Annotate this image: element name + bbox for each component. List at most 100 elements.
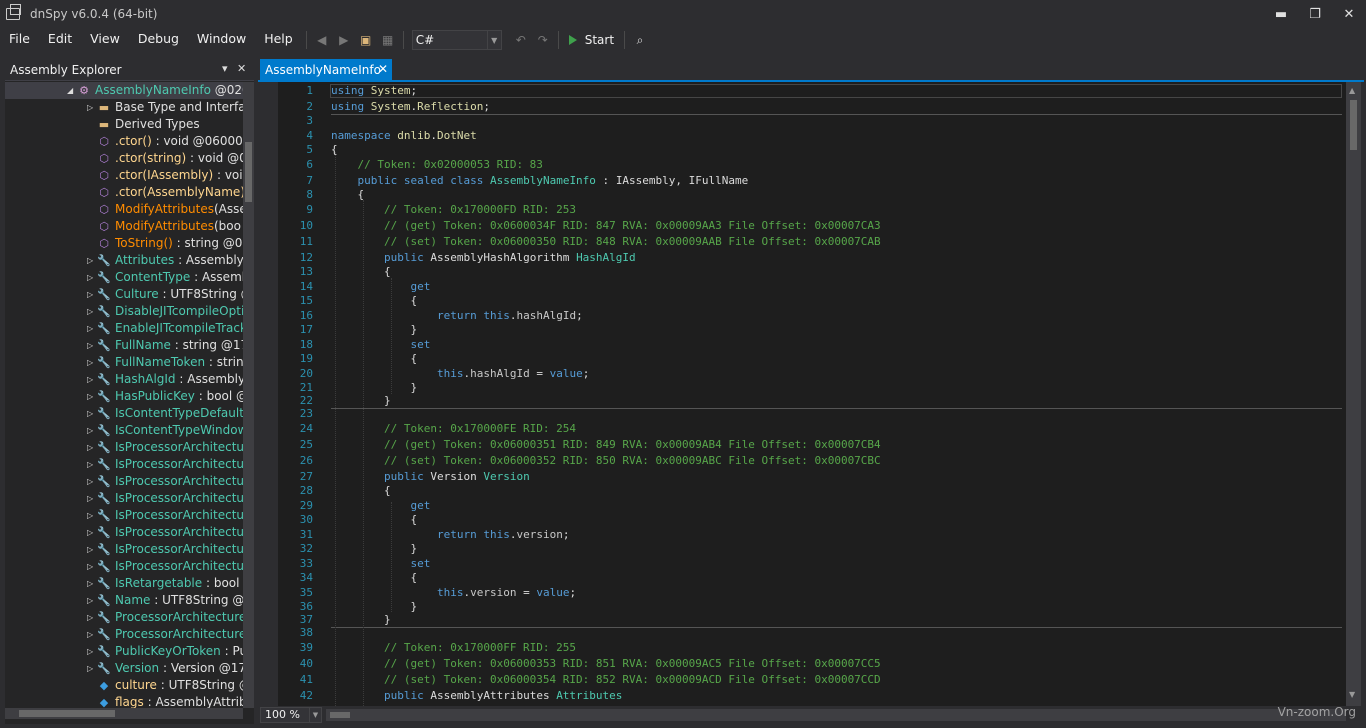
tree-item[interactable]: ⬡ .ctor(string) : void @0 (5, 150, 243, 167)
panel-menu-icon[interactable]: ▾ (222, 62, 228, 75)
expand-icon[interactable]: ▷ (87, 660, 95, 677)
close-window-button[interactable]: ✕ (1332, 0, 1366, 28)
expand-icon[interactable]: ▷ (87, 337, 95, 354)
expand-icon[interactable]: ▷ (87, 405, 95, 422)
expand-icon[interactable]: ▷ (87, 456, 95, 473)
tree-item[interactable]: ▷ 🔧 FullName : string @17 (5, 337, 243, 354)
tree-item[interactable]: ▷ 🔧 Attributes : Assembly (5, 252, 243, 269)
tree-item[interactable]: ⬡ .ctor(IAssembly) : voic (5, 167, 243, 184)
expand-icon[interactable]: ▷ (87, 524, 95, 541)
scrollbar-thumb[interactable] (330, 712, 350, 718)
tree-item[interactable]: ▷ 🔧 FullNameToken : strin (5, 354, 243, 371)
tree-item[interactable]: ◆ culture : UTF8String @ (5, 677, 243, 694)
tree-item[interactable]: ▷ 🔧 IsContentTypeWindow (5, 422, 243, 439)
expand-icon[interactable]: ▷ (87, 286, 95, 303)
tree-item[interactable]: ▷🔧 Culture : UTF8String @ (5, 286, 243, 303)
expand-icon[interactable]: ▷ (87, 320, 95, 337)
scrollbar-thumb[interactable] (1350, 100, 1357, 150)
redo-icon[interactable]: ↷ (532, 29, 554, 51)
back-icon[interactable]: ◀ (311, 29, 333, 51)
tree-item[interactable]: ⬡ ModifyAttributes(Asse (5, 201, 243, 218)
expand-icon[interactable]: ▷ (87, 507, 95, 524)
expand-icon[interactable]: ▷ (87, 371, 95, 388)
tab-assemblynameinfo[interactable]: AssemblyNameInfo ✕ (260, 59, 392, 80)
expand-icon[interactable]: ▷ (87, 422, 95, 439)
expand-icon[interactable]: ▷ (87, 439, 95, 456)
scrollbar-thumb[interactable] (245, 142, 252, 202)
expand-icon[interactable]: ▷ (87, 490, 95, 507)
close-tab-icon[interactable]: ✕ (378, 62, 388, 76)
expand-icon[interactable]: ▷ (87, 575, 95, 592)
expand-icon[interactable]: ▷ (87, 388, 95, 405)
tree-item[interactable]: ◆ flags : AssemblyAttrib (5, 694, 243, 708)
start-debug-button[interactable]: Start (568, 33, 614, 47)
menu-edit[interactable]: Edit (39, 28, 81, 52)
tree-item[interactable]: ▷ 🔧 IsProcessorArchitectu (5, 558, 243, 575)
tree-item[interactable]: ▷ 🔧 IsProcessorArchitectu (5, 490, 243, 507)
expand-icon[interactable]: ▷ (87, 541, 95, 558)
tree-item[interactable]: ⬡ .ctor() : void @060003 (5, 133, 243, 150)
tree-item[interactable]: ⬡ ModifyAttributes(boo (5, 218, 243, 235)
tree-item[interactable]: ▷ 🔧 IsProcessorArchitectu (5, 439, 243, 456)
tree-item[interactable]: ▷🔧 PublicKeyOrToken : Pu (5, 643, 243, 660)
tree-item[interactable]: ▷ 🔧 IsProcessorArchitectu (5, 541, 243, 558)
tree-horizontal-scrollbar[interactable] (5, 708, 243, 719)
undo-icon[interactable]: ↶ (510, 29, 532, 51)
expand-icon[interactable]: ▷ (87, 592, 95, 609)
zoom-select[interactable]: 100 % ▼ (260, 707, 322, 723)
tree-item[interactable]: ▷ 🔧 Name : UTF8String @1 (5, 592, 243, 609)
forward-icon[interactable]: ▶ (333, 29, 355, 51)
play-icon (568, 35, 577, 45)
tree-item[interactable]: ▷ 🔧 ProcessorArchitecture (5, 626, 243, 643)
collapse-icon[interactable]: ◢ (67, 82, 75, 99)
minimize-button[interactable]: ▬ (1264, 0, 1298, 28)
save-all-icon[interactable]: ▦ (377, 29, 399, 51)
scrollbar-thumb[interactable] (19, 710, 115, 717)
expand-icon[interactable]: ▷ (87, 354, 95, 371)
tree-item[interactable]: ▷ 🔧 HashAlgId : Assembly (5, 371, 243, 388)
menu-view[interactable]: View (81, 28, 129, 52)
tree-item[interactable]: ⬡ ToString() : string @06 (5, 235, 243, 252)
tree-item[interactable]: ▷ 🔧 ProcessorArchitecture (5, 609, 243, 626)
scroll-down-icon[interactable]: ▼ (1349, 690, 1355, 699)
tree-item[interactable]: ▷ 🔧 DisableJITcompileOpti (5, 303, 243, 320)
expand-icon[interactable]: ▷ (87, 303, 95, 320)
tree-item[interactable]: ▷ ▬ Base Type and Interfac (5, 99, 243, 116)
tree-item[interactable]: ▷🔧 IsRetargetable : bool @ (5, 575, 243, 592)
language-select[interactable]: C# ▼ (411, 30, 502, 50)
menu-window[interactable]: Window (188, 28, 255, 52)
close-panel-icon[interactable]: ✕ (237, 62, 246, 75)
tree-item[interactable]: ▷ 🔧 IsContentTypeDefault (5, 405, 243, 422)
editor-vertical-scrollbar[interactable]: ▲ ▼ (1346, 82, 1361, 706)
tree-item[interactable]: ◢ ⚙ AssemblyNameInfo @020 (5, 82, 243, 99)
menu-help[interactable]: Help (255, 28, 302, 52)
tree-item[interactable]: ▷ 🔧 IsProcessorArchitectu (5, 524, 243, 541)
tree-item[interactable]: ▷ 🔧 EnableJITcompileTrack (5, 320, 243, 337)
scroll-up-icon[interactable]: ▲ (1349, 86, 1355, 95)
expand-icon[interactable]: ▷ (87, 609, 95, 626)
expand-icon[interactable]: ▷ (87, 643, 95, 660)
code-editor[interactable]: 1 2 3 4 5 6 7 8 9 10 11 12 13 14 15 16 17 18 19 20 21 22 23 24 2… (278, 82, 1346, 706)
expand-icon[interactable]: ▷ (87, 252, 95, 269)
open-file-icon[interactable]: ▣ (355, 29, 377, 51)
expand-icon[interactable]: ▷ (87, 558, 95, 575)
tree-item[interactable]: ▷🔧 ContentType : Assemb (5, 269, 243, 286)
tree-item[interactable]: ▷ 🔧 HasPublicKey : bool @ (5, 388, 243, 405)
tree-item[interactable]: ⬡ .ctor(AssemblyName) (5, 184, 243, 201)
editor-horizontal-scrollbar[interactable] (326, 709, 1346, 721)
tree-vertical-scrollbar[interactable] (243, 82, 254, 708)
expand-icon[interactable]: ▷ (87, 626, 95, 643)
expand-icon[interactable]: ▷ (87, 99, 95, 116)
search-icon[interactable]: ⌕ (629, 29, 651, 51)
tree-item[interactable]: ▷ 🔧 IsProcessorArchitectu (5, 507, 243, 524)
tree-item[interactable]: ▷🔧 Version : Version @170 (5, 660, 243, 677)
menu-file[interactable]: File (0, 28, 39, 52)
tree-item[interactable]: ▷ 🔧 IsProcessorArchitectu (5, 473, 243, 490)
expand-icon[interactable]: ▷ (87, 269, 95, 286)
expand-icon[interactable]: ▷ (87, 473, 95, 490)
menu-debug[interactable]: Debug (129, 28, 188, 52)
tree-item[interactable]: ▷ 🔧 IsProcessorArchitectu (5, 456, 243, 473)
property-icon: 🔧 (97, 288, 111, 301)
tree-item[interactable]: ▬ Derived Types (5, 116, 243, 133)
restore-button[interactable]: ❐ (1298, 0, 1332, 28)
